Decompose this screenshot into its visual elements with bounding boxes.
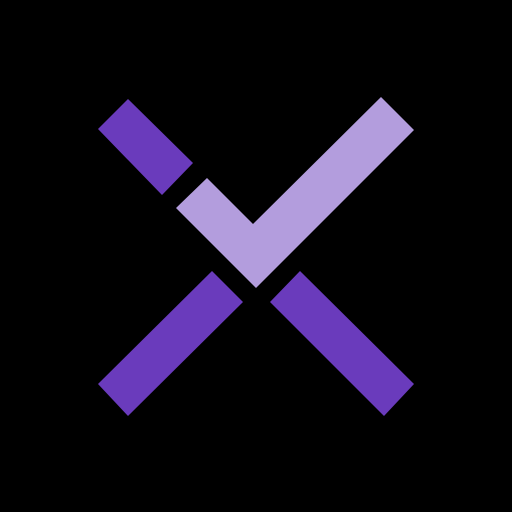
x-checkmark-logo-icon: [0, 0, 512, 512]
app-icon-canvas: [0, 0, 512, 512]
